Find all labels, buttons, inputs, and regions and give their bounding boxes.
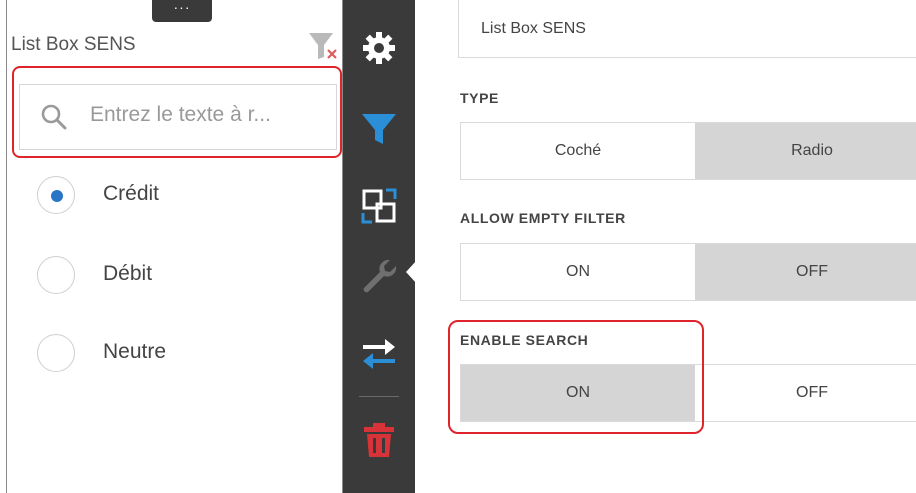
filter-icon[interactable] <box>359 108 399 148</box>
search-highlight-annotation <box>12 66 342 158</box>
radio-button[interactable] <box>37 176 75 214</box>
enable-search-off[interactable]: OFF <box>695 365 916 421</box>
list-item-label: Débit <box>103 262 153 285</box>
radio-button[interactable] <box>37 256 75 294</box>
drag-handle[interactable]: ··· <box>152 0 212 22</box>
toolbar-divider <box>359 396 399 397</box>
radio-button[interactable] <box>37 334 75 372</box>
enable-search-highlight-annotation <box>448 320 704 434</box>
allow-empty-filter-on[interactable]: ON <box>461 244 695 300</box>
trash-icon[interactable] <box>359 420 399 460</box>
clear-filter-icon[interactable] <box>305 30 339 62</box>
widget-title: List Box SENS <box>11 34 136 55</box>
type-option-radio[interactable]: Radio <box>695 123 916 179</box>
resize-icon[interactable] <box>359 186 399 226</box>
active-item-pointer <box>406 260 417 284</box>
name-field-value: List Box SENS <box>481 20 586 37</box>
wrench-icon[interactable] <box>359 256 399 296</box>
swap-arrows-icon[interactable] <box>359 334 399 374</box>
widget-toolbar <box>343 0 415 493</box>
type-option-coche[interactable]: Coché <box>461 123 695 179</box>
type-toggle: Coché Radio <box>460 122 916 180</box>
allow-empty-filter-off[interactable]: OFF <box>695 244 916 300</box>
list-item-label: Crédit <box>103 182 160 205</box>
allow-empty-filter-label: ALLOW EMPTY FILTER <box>460 210 626 226</box>
name-field[interactable]: List Box SENS <box>458 0 916 58</box>
allow-empty-filter-toggle: ON OFF <box>460 243 916 301</box>
type-label: TYPE <box>460 90 499 106</box>
list-item-label: Neutre <box>103 340 167 363</box>
gear-icon[interactable] <box>359 28 399 68</box>
